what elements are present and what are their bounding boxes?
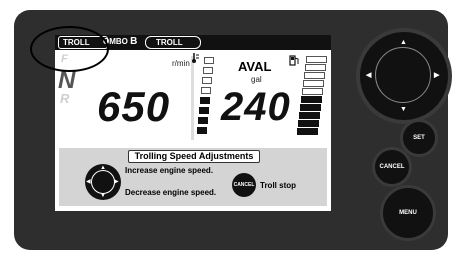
cancel-badge-icon: CANCEL bbox=[232, 173, 256, 197]
fuel-bar bbox=[297, 128, 318, 135]
arrow-up-icon[interactable]: ▲ bbox=[400, 39, 407, 46]
fuel-bar bbox=[298, 120, 319, 127]
fuel-bar bbox=[305, 64, 326, 71]
arrow-right-icon: ▶ bbox=[114, 179, 119, 185]
temp-bar bbox=[200, 97, 210, 104]
temp-bar bbox=[204, 57, 214, 64]
fuel-bar bbox=[300, 104, 321, 111]
gear-reverse: R bbox=[60, 91, 70, 106]
directional-pad-button[interactable]: ▲ ▼ ◀ ▶ bbox=[356, 28, 452, 124]
fuel-unit: gal bbox=[251, 75, 262, 84]
set-button[interactable]: SET bbox=[400, 119, 438, 157]
temp-bar bbox=[198, 117, 208, 124]
temp-bar bbox=[202, 77, 212, 84]
cancel-button[interactable]: CANCEL bbox=[372, 147, 412, 187]
temp-bar bbox=[203, 67, 213, 74]
troll-highlight-circle bbox=[30, 26, 109, 72]
arrow-left-icon: ◀ bbox=[86, 179, 91, 185]
arrow-up-icon: ▲ bbox=[100, 165, 106, 171]
arrow-left-icon[interactable]: ◀ bbox=[366, 72, 371, 79]
menu-button[interactable]: MENU bbox=[380, 185, 436, 241]
panel-divider bbox=[191, 56, 194, 140]
increase-speed-text: Increase engine speed. bbox=[125, 166, 214, 175]
fuel-bar bbox=[303, 80, 324, 87]
troll-stop-text: Troll stop bbox=[260, 181, 296, 190]
fuel-bar bbox=[302, 88, 323, 95]
fuel-value: 240 bbox=[221, 85, 291, 129]
rpm-value: 650 bbox=[97, 83, 171, 130]
fuel-available-label: AVAL bbox=[238, 59, 272, 74]
arrow-down-icon[interactable]: ▼ bbox=[400, 106, 407, 113]
fuel-pump-icon bbox=[289, 55, 299, 66]
temp-bar bbox=[199, 107, 209, 114]
temp-bar bbox=[201, 87, 211, 94]
adjustments-title: Trolling Speed Adjustments bbox=[128, 150, 260, 163]
troll-mode-badge-secondary: TROLL bbox=[145, 36, 201, 49]
trolling-adjustments-panel: Trolling Speed Adjustments ▲ ▼ ◀ ▶ Incre… bbox=[59, 148, 327, 206]
decrease-speed-text: Decrease engine speed. bbox=[125, 188, 217, 197]
arrow-right-icon[interactable]: ▶ bbox=[434, 72, 439, 79]
arrow-down-icon: ▼ bbox=[100, 193, 106, 199]
fuel-bar bbox=[306, 56, 327, 63]
temp-bar bbox=[197, 127, 207, 134]
rpm-unit: r/min bbox=[172, 59, 190, 68]
fuel-bar bbox=[304, 72, 325, 79]
fuel-bar bbox=[299, 112, 320, 119]
thermometer-icon bbox=[192, 53, 199, 63]
fuel-bar bbox=[301, 96, 322, 103]
directional-pad-icon: ▲ ▼ ◀ ▶ bbox=[85, 164, 121, 200]
combo-letter: B bbox=[130, 36, 138, 47]
